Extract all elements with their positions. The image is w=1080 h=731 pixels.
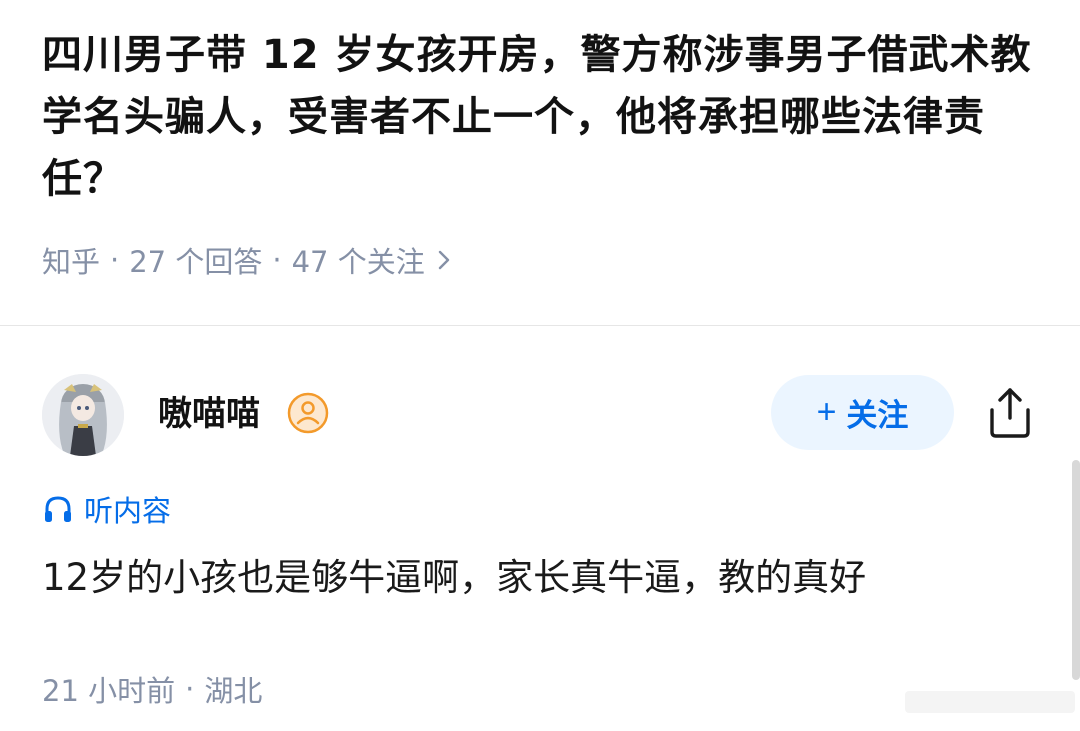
answer-location: 湖北 [204,674,263,708]
meta-separator: · [110,243,120,277]
meta-separator: · [185,672,195,706]
follow-button[interactable]: + 关注 [771,375,954,450]
follow-label: 关注 [846,398,909,433]
answer-time: 21 小时前 [42,674,176,708]
meta-separator: · [272,243,282,277]
listen-label: 听内容 [84,494,172,528]
answers-count: 27 个回答 [129,245,263,279]
answer-meta: 21 小时前 · 湖北 [42,668,262,710]
section-divider [0,325,1080,326]
question-card: 四川男子带 12 岁女孩开房，警方称涉事男子借武术教学名头骗人，受害者不止一个，… [0,0,1080,326]
answer-content[interactable]: 12岁的小孩也是够牛逼啊，家长真牛逼，教的真好 [42,552,1042,604]
question-meta[interactable]: 知乎 · 27 个回答 · 47 个关注 [42,240,451,280]
followers-count: 47 个关注 [291,245,425,279]
source-label: 知乎 [42,245,101,279]
watermark [905,683,1075,719]
question-title[interactable]: 四川男子带 12 岁女孩开房，警方称涉事男子借武术教学名头骗人，受害者不止一个，… [42,24,1042,210]
chevron-right-icon [437,249,451,271]
author-name[interactable]: 嗷喵喵 [158,392,260,436]
anime-avatar[interactable] [42,374,124,456]
listen-button[interactable]: 听内容 [42,487,171,531]
share-icon[interactable] [984,384,1036,440]
headphone-icon [45,496,71,522]
user-badge-icon [287,392,329,434]
answer-author-bar: 嗷喵喵 + 关注 [0,370,1080,460]
scrollbar[interactable] [1072,460,1080,680]
plus-icon: + [816,393,837,431]
